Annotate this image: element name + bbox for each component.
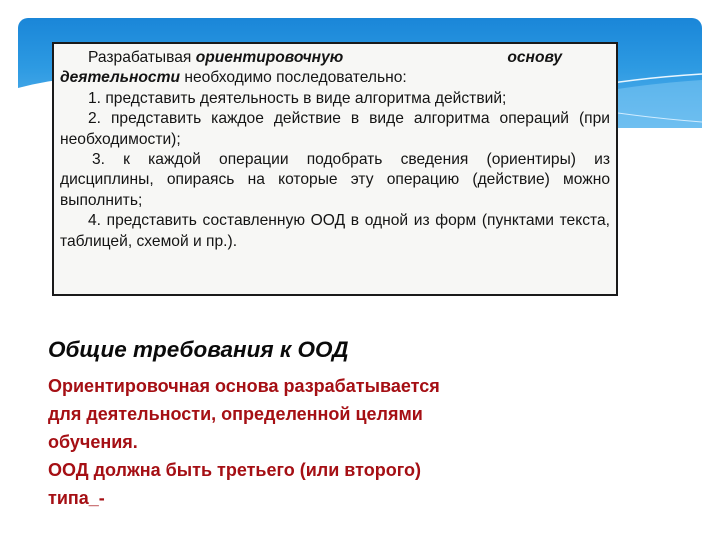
intro-line-2: деятельности необходимо последовательно: — [60, 68, 610, 88]
section-line: обучения. — [48, 432, 138, 452]
intro-line: Разрабатывая ориентировочную основу — [60, 48, 610, 68]
instruction-box: Разрабатывая ориентировочную основу деят… — [52, 42, 618, 296]
section-line: Ориентировочная основа разрабатывается — [48, 376, 440, 396]
section-line: ООД должна быть третьего (или второго) — [48, 460, 421, 480]
intro-bold-orient: ориентировочную — [195, 49, 344, 66]
intro-bold-osnovu: основу — [507, 49, 562, 66]
step-item: 2. представить каждое действие в виде ал… — [60, 110, 610, 148]
intro-bold-activity: деятельности — [60, 69, 180, 87]
step-item: 1. представить деятельность в виде алгор… — [88, 89, 507, 107]
section-title: Общие требования к ООД — [48, 337, 349, 362]
intro-lead: Разрабатывая — [88, 49, 192, 66]
section-line: типа_- — [48, 488, 105, 508]
step-item: 4. представить составленную ООД в одной … — [60, 212, 610, 250]
section-line: для деятельности, определенной целями — [48, 404, 423, 424]
requirements-section: Общие требования к ООД Ориентировочная о… — [48, 332, 548, 512]
step-item: 3. к каждой операции подобрать сведения … — [60, 151, 610, 209]
intro-tail: необходимо последовательно: — [184, 69, 407, 87]
